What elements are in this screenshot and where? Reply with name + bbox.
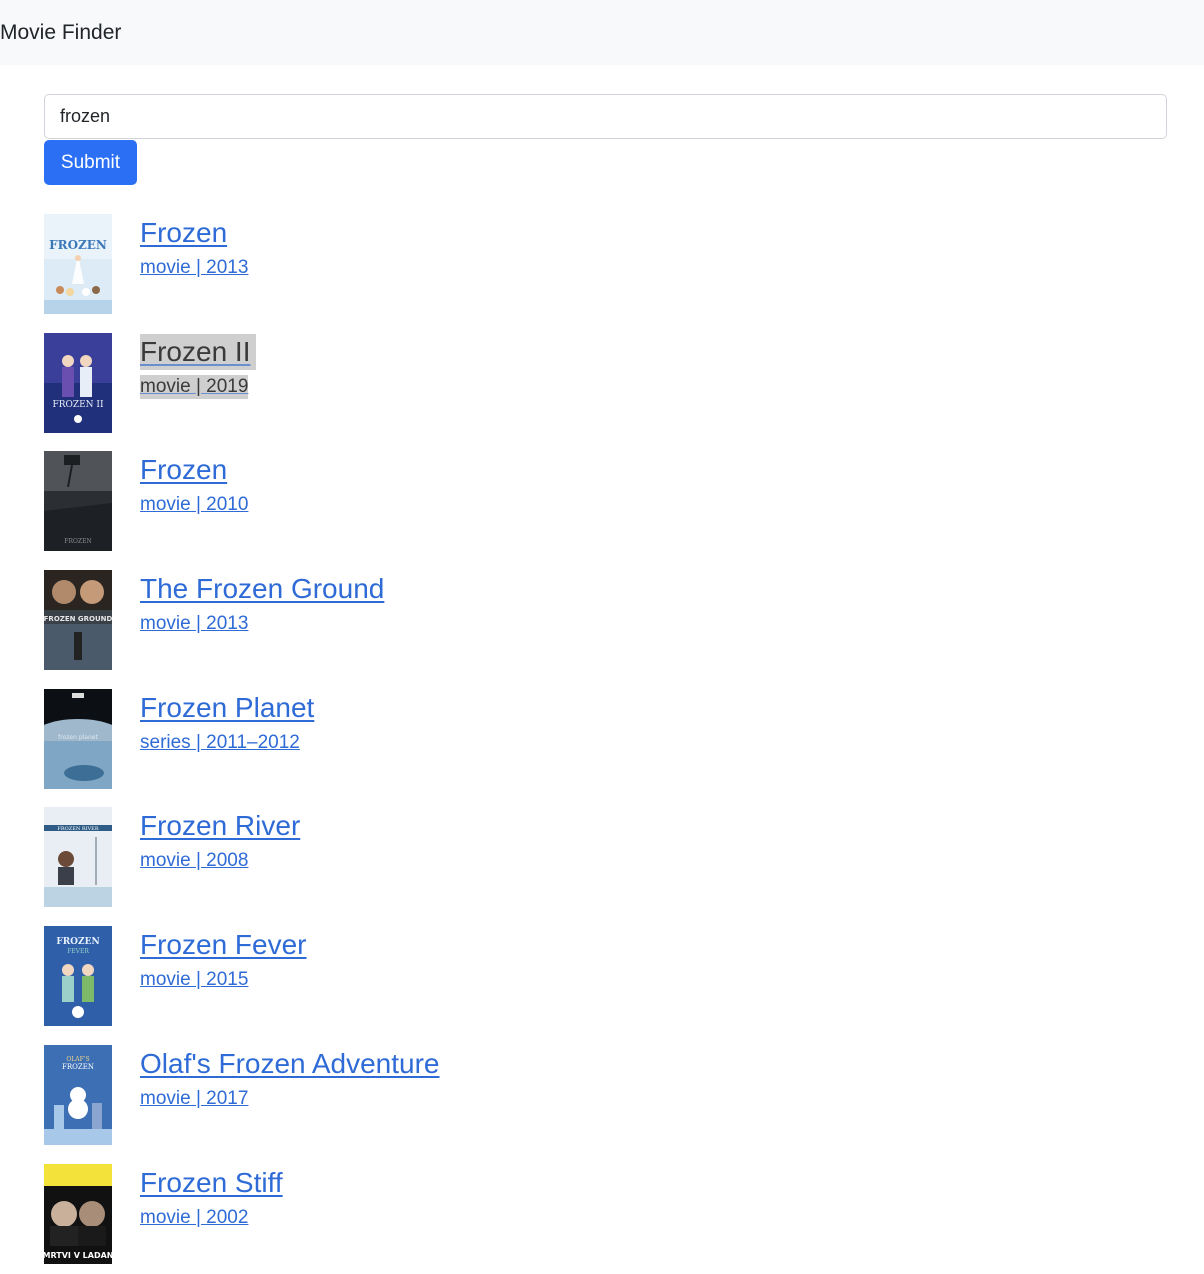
result-meta-link[interactable]: movie | 2008 (140, 849, 248, 873)
result-title-link[interactable]: Frozen Fever (140, 927, 307, 963)
svg-text:OLAF'S: OLAF'S (66, 1056, 89, 1063)
result-info: Olaf's Frozen Adventure movie | 2017 (140, 1046, 440, 1111)
result-title-link[interactable]: Frozen River (140, 808, 300, 844)
result-item: FROZEN FEVER Frozen Fever movie | 2015 (44, 926, 1167, 1045)
result-title-link[interactable]: Olaf's Frozen Adventure (140, 1046, 440, 1082)
result-item: OLAF'S FROZEN Olaf's Frozen Adventure mo… (44, 1044, 1167, 1164)
result-meta-link[interactable]: movie | 2013 (140, 612, 248, 636)
result-meta-link[interactable]: movie | 2013 (140, 256, 248, 280)
result-info: Frozen Stiff movie | 2002 (140, 1165, 283, 1230)
submit-button[interactable]: Submit (44, 140, 137, 185)
result-title-link[interactable]: The Frozen Ground (140, 571, 384, 607)
svg-text:FROZEN: FROZEN (49, 238, 107, 252)
result-info: Frozen River movie | 2008 (140, 808, 300, 873)
frozen-2013-poster[interactable]: FROZEN (44, 214, 112, 314)
results-list: FROZEN Frozen movie | 2013 FROZEN II Fro… (44, 214, 1167, 1274)
svg-text:frozen planet: frozen planet (58, 734, 98, 741)
result-item: MRTVI V LADAN Frozen Stiff movie | 2002 (44, 1163, 1167, 1274)
result-item-selected: FROZEN II Frozen II movie | 2019 (44, 332, 1167, 452)
result-info: Frozen movie | 2010 (140, 452, 248, 517)
result-info: Frozen movie | 2013 (140, 215, 248, 280)
result-meta-link[interactable]: movie | 2010 (140, 493, 248, 517)
main-container: Submit FROZEN Frozen movie (0, 65, 1204, 1274)
result-title-link[interactable]: Frozen Stiff (140, 1165, 283, 1201)
result-meta-link[interactable]: movie | 2017 (140, 1087, 248, 1111)
frozen-fever-poster[interactable]: FROZEN FEVER (44, 926, 112, 1027)
svg-text:FROZEN GROUND: FROZEN GROUND (44, 615, 112, 623)
result-info: Frozen Planet series | 2011–2012 (140, 690, 314, 755)
frozen-ground-poster[interactable]: FROZEN GROUND (44, 570, 112, 671)
result-info: Frozen II movie | 2019 (140, 333, 257, 399)
svg-text:FROZEN II: FROZEN II (52, 400, 104, 410)
frozen-2010-poster[interactable]: FROZEN (44, 451, 112, 552)
svg-text:FROZEN: FROZEN (56, 937, 99, 947)
search-input[interactable] (44, 94, 1167, 139)
result-meta-link[interactable]: movie | 2019 (140, 374, 249, 399)
result-meta-link[interactable]: series | 2011–2012 (140, 731, 300, 755)
result-meta-link[interactable]: movie | 2002 (140, 1206, 248, 1230)
frozen-planet-poster[interactable]: frozen planet (44, 688, 112, 789)
result-item: FROZEN GROUND The Frozen Ground movie | … (44, 570, 1167, 689)
olafs-frozen-adventure-poster[interactable]: OLAF'S FROZEN (44, 1044, 112, 1145)
result-title-link[interactable]: Frozen (140, 452, 227, 488)
result-item: FROZEN RIVER Frozen River movie | 2008 (44, 807, 1167, 926)
result-item: frozen planet Frozen Planet series | 201… (44, 688, 1167, 808)
result-title-link[interactable]: Frozen II (140, 333, 257, 370)
svg-text:FROZEN: FROZEN (64, 538, 91, 545)
result-info: Frozen Fever movie | 2015 (140, 927, 307, 992)
result-info: The Frozen Ground movie | 2013 (140, 571, 384, 636)
svg-text:MRTVI V LADAN: MRTVI V LADAN (44, 1251, 112, 1260)
frozen-ii-poster[interactable]: FROZEN II (44, 332, 112, 433)
svg-text:FROZEN: FROZEN (62, 1063, 94, 1071)
frozen-stiff-poster[interactable]: MRTVI V LADAN (44, 1163, 112, 1264)
frozen-river-poster[interactable]: FROZEN RIVER (44, 807, 112, 908)
result-item: FROZEN Frozen movie | 2010 (44, 451, 1167, 570)
navbar-brand[interactable]: Movie Finder (0, 19, 121, 47)
svg-text:FROZEN RIVER: FROZEN RIVER (57, 826, 98, 832)
result-title-link[interactable]: Frozen (140, 215, 227, 251)
svg-text:FEVER: FEVER (67, 948, 89, 955)
result-meta-link[interactable]: movie | 2015 (140, 968, 248, 992)
result-item: FROZEN Frozen movie | 2013 (44, 214, 1167, 333)
result-title-link[interactable]: Frozen Planet (140, 690, 314, 726)
navbar: Movie Finder (0, 0, 1204, 65)
